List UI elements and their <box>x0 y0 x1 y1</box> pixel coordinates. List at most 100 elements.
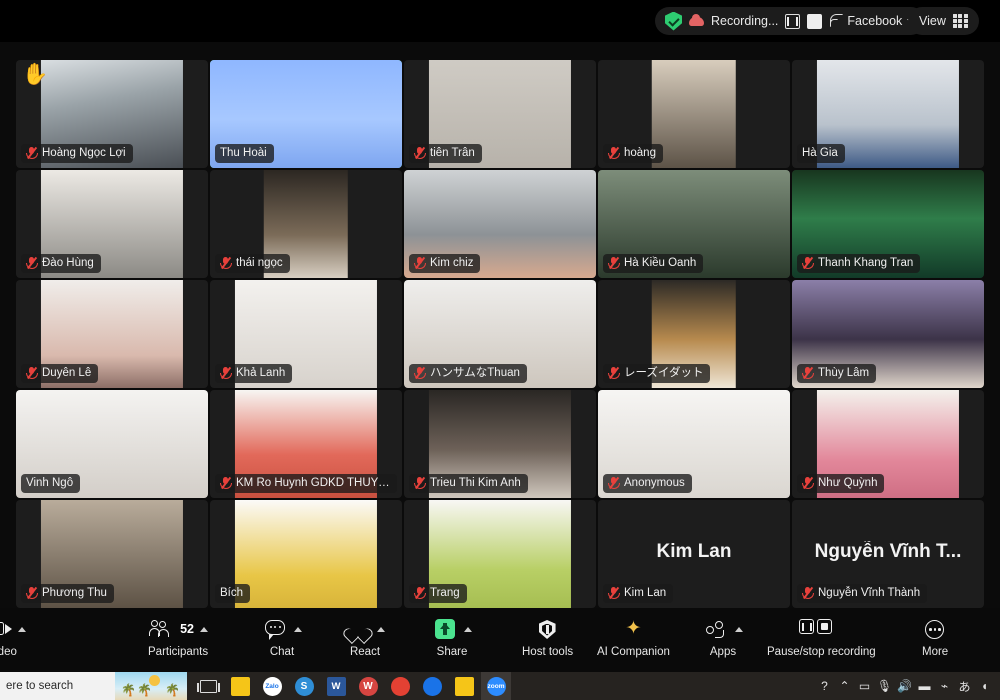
microphone-icon[interactable]: 🎙 <box>876 676 893 696</box>
volume-icon[interactable]: 🔊 <box>896 676 913 696</box>
participant-tile[interactable]: Anonymous <box>598 390 790 498</box>
toolbar-recording-button[interactable]: Pause/stop recording <box>767 616 876 664</box>
mic-muted-icon <box>608 146 620 160</box>
apps-options-chevron-icon[interactable] <box>735 626 743 632</box>
mic-muted-icon <box>802 366 814 380</box>
participant-name-label: Kim Lan <box>624 587 667 599</box>
participant-tile[interactable]: Thanh Khang Tran <box>792 170 984 278</box>
participant-tile[interactable]: Phương Thu <box>16 500 208 608</box>
wps-icon[interactable]: W <box>353 672 383 700</box>
chrome-beta-icon[interactable] <box>417 672 447 700</box>
toolbar-chat-button[interactable]: Chat <box>262 616 302 664</box>
mic-muted-icon <box>608 476 620 490</box>
participant-name-label: Nguyễn Vĩnh Thành <box>818 587 921 599</box>
toolbar-react-button[interactable]: React <box>345 616 385 664</box>
participant-name-label: tiên Trân <box>430 147 475 159</box>
chat-bubble-icon[interactable] <box>262 618 288 640</box>
wifi-icon[interactable]: ⌁ <box>936 676 953 696</box>
toolbar-host-tools-button[interactable]: Host tools <box>522 616 573 664</box>
participant-tile[interactable]: Vinh Ngô <box>16 390 208 498</box>
toolbar-share-button[interactable]: Share <box>432 616 472 664</box>
participant-tile[interactable]: Như Quỳnh <box>792 390 984 498</box>
apps-label: Apps <box>709 646 737 658</box>
participant-name-chip: Khả Lanh <box>215 364 293 383</box>
participant-tile[interactable]: Nguyễn Vĩnh T... Nguyễn Vĩnh Thành <box>792 500 984 608</box>
toolbar-participants-button[interactable]: 52 Participants <box>148 616 208 664</box>
participant-tile[interactable]: thái ngọc <box>210 170 402 278</box>
share-options-chevron-icon[interactable] <box>464 626 472 632</box>
task-view-icon[interactable] <box>193 672 223 700</box>
participant-name-chip: Trieu Thi Kim Anh <box>409 474 528 493</box>
participant-tile[interactable]: ハンサムなThuan <box>404 280 596 388</box>
participant-name-label: ハンサムなThuan <box>430 367 520 379</box>
participant-tile[interactable]: Kim Lan Kim Lan <box>598 500 790 608</box>
chat-options-chevron-icon[interactable] <box>294 626 302 632</box>
word-icon[interactable]: W <box>321 672 351 700</box>
heart-react-icon[interactable] <box>345 618 371 640</box>
zalo-icon[interactable]: Zalo <box>257 672 287 700</box>
more-ellipsis-icon[interactable] <box>922 618 948 640</box>
toolbar-video-button[interactable]: ideo <box>0 616 26 664</box>
view-button[interactable]: View <box>908 7 979 35</box>
participant-name-label: レーズイダット <box>624 367 704 379</box>
chrome-icon[interactable] <box>385 672 415 700</box>
react-options-chevron-icon[interactable] <box>377 626 385 632</box>
participant-tile[interactable]: tiên Trân <box>404 60 596 168</box>
participant-video <box>234 500 378 608</box>
participants-options-chevron-icon[interactable] <box>200 626 208 632</box>
stop-recording-icon[interactable] <box>807 13 823 29</box>
participant-tile[interactable]: Trieu Thi Kim Anh <box>404 390 596 498</box>
participant-tile[interactable]: Hà Kiều Oanh <box>598 170 790 278</box>
apps-icon[interactable] <box>703 618 729 640</box>
pause-recording-icon[interactable] <box>785 13 801 29</box>
participant-name-label: Hà Kiều Oanh <box>624 257 697 269</box>
camera-icon[interactable]: ▭ <box>856 676 873 696</box>
participant-tile[interactable]: Đào Hùng <box>16 170 208 278</box>
participant-tile[interactable]: Thu Hoài <box>210 60 402 168</box>
participant-tile[interactable]: ✋ Hoàng Ngọc Lợi <box>16 60 208 168</box>
ai-sparkle-icon[interactable]: ✦ <box>620 618 646 640</box>
sticky-notes-icon[interactable] <box>225 672 255 700</box>
chevron-up-icon[interactable]: ⌃ <box>836 676 853 696</box>
participant-tile[interactable]: Duyên Lê <box>16 280 208 388</box>
s-app-icon[interactable]: S <box>289 672 319 700</box>
livestream-facebook-button[interactable]: Facebook <box>829 13 916 28</box>
participant-tile[interactable]: Thùy Lâm <box>792 280 984 388</box>
participant-tile[interactable]: Trang <box>404 500 596 608</box>
pause-stop-recording-icon[interactable] <box>799 619 833 634</box>
toolbar-apps-button[interactable]: Apps <box>703 616 743 664</box>
participants-icon[interactable] <box>148 618 174 640</box>
participant-tile[interactable]: Khả Lanh <box>210 280 402 388</box>
participant-name-label: Khả Lanh <box>236 367 286 379</box>
participant-tile[interactable]: KM Ro Huynh GDKD THUY D... <box>210 390 402 498</box>
mic-muted-icon <box>802 586 814 600</box>
mic-muted-icon <box>414 366 426 380</box>
meeting-toolbar: ideo 52 Participants Chat <box>0 608 1000 672</box>
notifications-icon[interactable]: ◖ <box>976 676 993 696</box>
rss-stream-icon <box>829 13 844 28</box>
participant-tile[interactable]: hoàng <box>598 60 790 168</box>
video-options-chevron-icon[interactable] <box>18 626 26 632</box>
grid-view-icon[interactable] <box>952 13 968 29</box>
help-icon[interactable]: ? <box>816 676 833 696</box>
participant-name-chip: Bích <box>215 584 251 603</box>
shield-host-tools-icon[interactable] <box>535 618 561 640</box>
share-screen-icon[interactable] <box>432 618 458 640</box>
participant-tile[interactable]: Kim chiz <box>404 170 596 278</box>
battery-icon[interactable]: ▬ <box>916 676 933 696</box>
encryption-shield-icon[interactable] <box>665 11 682 31</box>
participant-tile[interactable]: Hà Gia <box>792 60 984 168</box>
file-explorer-icon[interactable] <box>449 672 479 700</box>
zoom-icon[interactable]: zoom <box>481 672 511 700</box>
recording-status-pill: Recording... Facebook <box>655 7 926 35</box>
participant-tile[interactable]: Bích <box>210 500 402 608</box>
participant-tile[interactable]: レーズイダット <box>598 280 790 388</box>
windows-search-box[interactable]: ere to search 🌴 🌴 🌴 <box>0 672 187 700</box>
mic-muted-icon <box>414 256 426 270</box>
ime-icon[interactable]: あ <box>956 676 973 696</box>
toolbar-more-button[interactable]: More <box>922 616 948 664</box>
participant-name-label: Hà Gia <box>802 147 838 159</box>
toolbar-ai-companion-button[interactable]: ✦ AI Companion <box>597 616 670 664</box>
video-camera-icon[interactable] <box>0 618 12 640</box>
video-label: ideo <box>0 646 17 658</box>
